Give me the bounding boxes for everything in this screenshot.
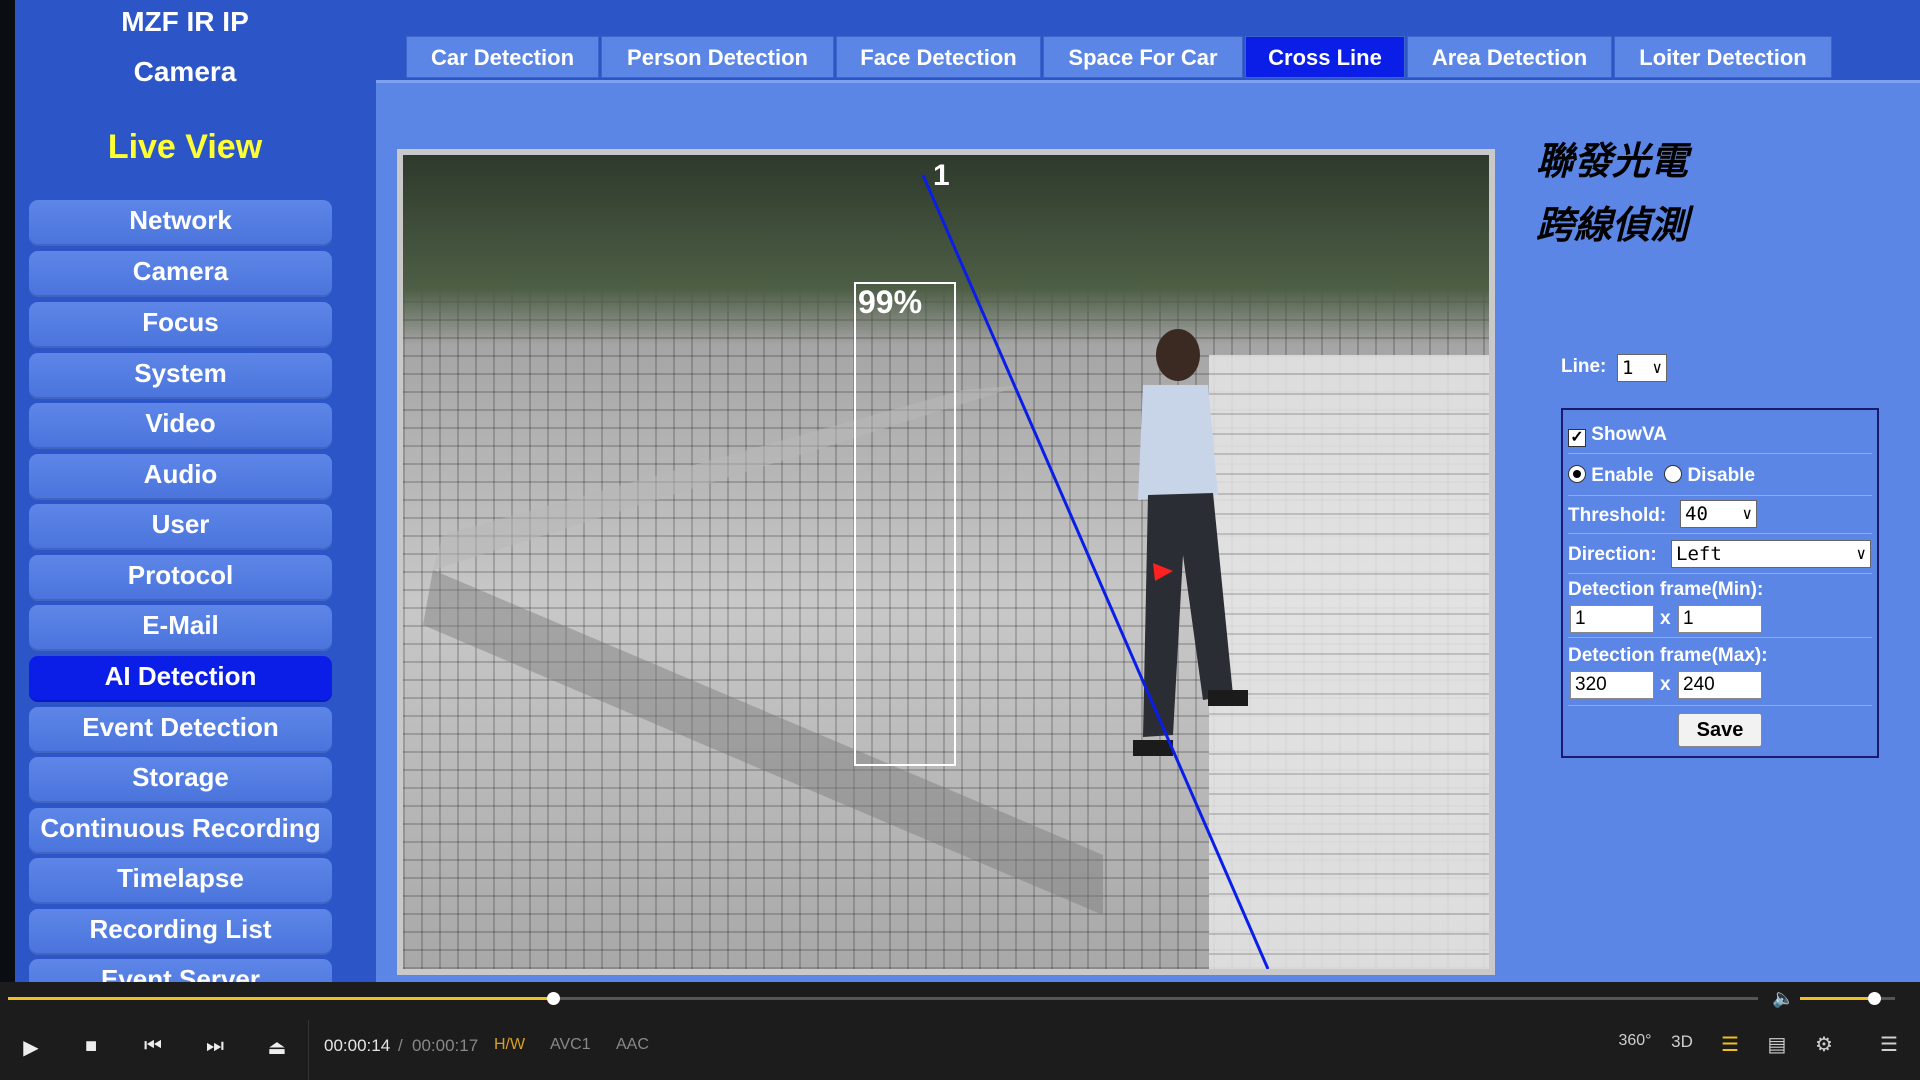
time-separator: / bbox=[398, 1036, 403, 1055]
menu-icon[interactable]: ☰ bbox=[1872, 1032, 1906, 1057]
nav-audio[interactable]: Audio bbox=[29, 454, 332, 500]
hw-decode-badge[interactable]: H/W bbox=[494, 1036, 525, 1054]
video-codec-badge: AVC1 bbox=[550, 1036, 591, 1053]
show-va-checkbox[interactable]: ✓ bbox=[1568, 429, 1586, 447]
panel-title: 聯發光電 跨線偵測 bbox=[1536, 130, 1688, 258]
video-frame: 1 99% bbox=[397, 149, 1495, 975]
eject-icon[interactable]: ⏏ bbox=[262, 1035, 292, 1060]
volume-handle[interactable] bbox=[1868, 992, 1882, 1005]
line-label: Line: bbox=[1561, 356, 1607, 377]
frame-min-width-input[interactable]: 1 bbox=[1570, 605, 1654, 633]
tab-car-detection[interactable]: Car Detection bbox=[406, 36, 599, 78]
settings-icon[interactable]: ⚙ bbox=[1807, 1032, 1841, 1057]
line-number-label: 1 bbox=[933, 159, 950, 192]
nav-user[interactable]: User bbox=[29, 504, 332, 550]
divider bbox=[308, 1020, 309, 1080]
threshold-value: 40 bbox=[1685, 503, 1708, 525]
nav-storage[interactable]: Storage bbox=[29, 757, 332, 803]
threshold-select[interactable]: 40 ∨ bbox=[1680, 500, 1757, 528]
confidence-label: 99% bbox=[858, 284, 922, 320]
nav-video[interactable]: Video bbox=[29, 403, 332, 449]
direction-value: Left bbox=[1676, 543, 1722, 565]
stop-icon[interactable]: ■ bbox=[76, 1035, 106, 1058]
nav-event-detection[interactable]: Event Detection bbox=[29, 707, 332, 753]
seek-bar[interactable] bbox=[8, 992, 1758, 1005]
title-company: 聯發光電 bbox=[1536, 141, 1689, 183]
frame-min-label: Detection frame(Min): bbox=[1568, 579, 1764, 600]
chevron-down-icon: ∨ bbox=[1742, 504, 1752, 523]
nav-event-server[interactable]: Event Server bbox=[29, 959, 332, 982]
title-function: 跨線偵測 bbox=[1536, 205, 1689, 247]
frame-min-height-input[interactable]: 1 bbox=[1678, 605, 1762, 633]
subtitle-icon[interactable]: ▤ bbox=[1760, 1032, 1794, 1057]
tab-person-detection[interactable]: Person Detection bbox=[601, 36, 834, 78]
disable-radio[interactable] bbox=[1664, 465, 1683, 483]
nav-protocol[interactable]: Protocol bbox=[29, 555, 332, 601]
volume-level bbox=[1800, 997, 1875, 1000]
overlay-svg: 1 99% bbox=[423, 159, 1270, 969]
enable-row: Enable Disable bbox=[1568, 456, 1872, 496]
threshold-label: Threshold: bbox=[1568, 505, 1667, 526]
nav-system[interactable]: System bbox=[29, 353, 332, 399]
tab-area-detection[interactable]: Area Detection bbox=[1407, 36, 1612, 78]
nav-recording-list[interactable]: Recording List bbox=[29, 909, 332, 955]
audio-codec-badge: AAC bbox=[616, 1036, 649, 1053]
nav-network[interactable]: Network bbox=[29, 200, 332, 246]
sidebar: MZF IR IP Camera Live View Network Camer… bbox=[15, 0, 375, 982]
floor-stripe-lower bbox=[423, 570, 1103, 915]
enable-radio[interactable] bbox=[1568, 465, 1586, 483]
seek-progress bbox=[8, 997, 554, 1000]
chevron-down-icon: ∨ bbox=[1652, 358, 1662, 377]
nav-camera[interactable]: Camera bbox=[29, 251, 332, 297]
left-edge-strip bbox=[0, 0, 15, 982]
nav-timelapse[interactable]: Timelapse bbox=[29, 858, 332, 904]
disable-label: Disable bbox=[1687, 465, 1756, 486]
frame-min-times: x bbox=[1660, 608, 1671, 629]
current-time: 00:00:14 bbox=[324, 1036, 391, 1055]
volume-slider[interactable] bbox=[1800, 992, 1895, 1005]
line-select[interactable]: 1 ∨ bbox=[1617, 354, 1667, 382]
brand-title: MZF IR IP bbox=[121, 6, 249, 37]
previous-icon[interactable]: ⏮ bbox=[138, 1035, 168, 1058]
volume-icon[interactable]: 🔈 bbox=[1772, 988, 1794, 1009]
floor-stripe-upper bbox=[433, 385, 1023, 570]
nav-ai-detection[interactable]: AI Detection bbox=[29, 656, 332, 702]
frame-max-times: x bbox=[1660, 674, 1671, 695]
enable-label: Enable bbox=[1591, 465, 1654, 486]
tab-space-for-car[interactable]: Space For Car bbox=[1043, 36, 1243, 78]
va-settings-panel: ✓ ShowVA Enable Disable Threshold: Direc… bbox=[1561, 408, 1879, 758]
nav-email[interactable]: E-Mail bbox=[29, 605, 332, 651]
media-player-bar: 🔈 ▶ ■ ⏮ ⏭ ⏏ 00:00:14 / 00:00:17 H/W AVC1… bbox=[0, 982, 1920, 1080]
tab-loiter-detection[interactable]: Loiter Detection bbox=[1614, 36, 1832, 78]
360-icon[interactable]: 360° bbox=[1618, 1032, 1652, 1050]
camera-feed[interactable]: 1 99% bbox=[403, 155, 1489, 969]
playlist-search-icon[interactable]: ☰ bbox=[1713, 1032, 1747, 1057]
play-icon[interactable]: ▶ bbox=[16, 1035, 46, 1060]
3d-icon[interactable]: 3D bbox=[1665, 1032, 1699, 1052]
frame-max-height-input[interactable]: 240 bbox=[1678, 671, 1762, 699]
seek-handle[interactable] bbox=[547, 992, 561, 1005]
next-icon[interactable]: ⏭ bbox=[200, 1035, 230, 1058]
show-va-label: ShowVA bbox=[1591, 424, 1667, 445]
total-time: 00:00:17 bbox=[412, 1036, 479, 1055]
person-figure bbox=[1133, 329, 1248, 756]
chevron-down-icon: ∨ bbox=[1856, 544, 1866, 563]
direction-select[interactable]: Left ∨ bbox=[1671, 540, 1871, 568]
web-app: MZF IR IP Camera Live View Network Camer… bbox=[0, 0, 1920, 982]
detection-box bbox=[854, 282, 956, 766]
line-select-value: 1 bbox=[1622, 357, 1634, 379]
brand-subtitle: Camera bbox=[133, 56, 237, 87]
tab-face-detection[interactable]: Face Detection bbox=[836, 36, 1041, 78]
save-button[interactable]: Save bbox=[1678, 713, 1762, 747]
show-va-row: ✓ ShowVA bbox=[1568, 416, 1872, 454]
frame-max-label: Detection frame(Max): bbox=[1568, 645, 1768, 666]
frame-max-width-input[interactable]: 320 bbox=[1570, 671, 1654, 699]
live-view-link[interactable]: Live View bbox=[15, 128, 355, 167]
direction-label: Direction: bbox=[1568, 544, 1657, 565]
nav-focus[interactable]: Focus bbox=[29, 302, 332, 348]
tab-cross-line[interactable]: Cross Line bbox=[1245, 36, 1405, 78]
nav-continuous-recording[interactable]: Continuous Recording bbox=[29, 808, 332, 854]
